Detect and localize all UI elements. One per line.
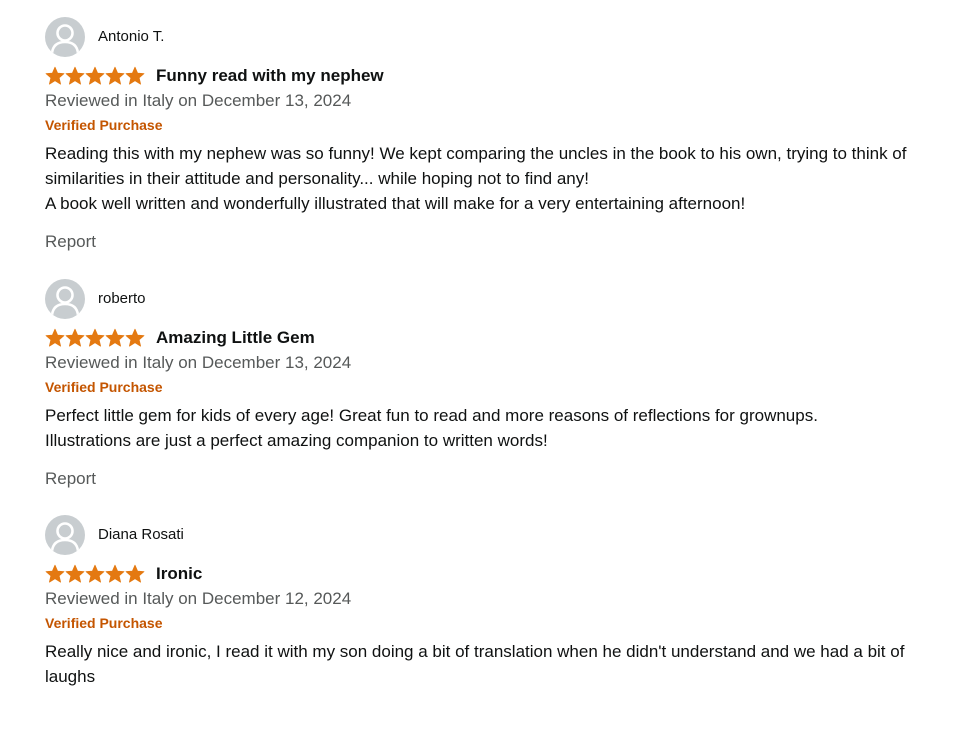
review-card: Antonio T. Funny read with my nephew Rev… (45, 17, 974, 254)
reviewer-name[interactable]: roberto (98, 289, 146, 309)
review-body-paragraph: A book well written and wonderfully illu… (45, 194, 746, 213)
review-card: roberto Amazing Little Gem Reviewed in I… (45, 279, 974, 491)
star-filled-icon (85, 66, 105, 85)
star-filled-icon (65, 328, 85, 347)
default-profile-icon[interactable] (45, 279, 85, 319)
review-title[interactable]: Ironic (156, 562, 202, 586)
star-filled-icon (125, 328, 145, 347)
star-rating[interactable] (45, 328, 145, 348)
review-body-paragraph: Really nice and ironic, I read it with m… (45, 642, 905, 686)
verified-purchase-badge[interactable]: Verified Purchase (45, 613, 974, 633)
review-title[interactable]: Amazing Little Gem (156, 326, 315, 350)
star-filled-icon (65, 564, 85, 583)
review-title-row: Amazing Little Gem (45, 326, 974, 350)
review-card: Diana Rosati Ironic Reviewed in Italy on… (45, 515, 974, 689)
review-title-row: Ironic (45, 562, 974, 586)
review-date: Reviewed in Italy on December 12, 2024 (45, 589, 352, 608)
star-filled-icon (125, 66, 145, 85)
star-filled-icon (105, 564, 125, 583)
review-title[interactable]: Funny read with my nephew (156, 64, 384, 88)
star-filled-icon (105, 328, 125, 347)
verified-purchase-badge[interactable]: Verified Purchase (45, 115, 974, 135)
report-link[interactable]: Report (45, 230, 96, 254)
star-filled-icon (45, 66, 65, 85)
star-filled-icon (85, 328, 105, 347)
review-body-paragraph: Illustrations are just a perfect amazing… (45, 431, 548, 450)
reviewer-profile[interactable]: Diana Rosati (45, 515, 974, 555)
star-filled-icon (105, 66, 125, 85)
verified-purchase-badge[interactable]: Verified Purchase (45, 377, 974, 397)
reviewer-profile[interactable]: Antonio T. (45, 17, 974, 57)
review-date: Reviewed in Italy on December 13, 2024 (45, 353, 352, 372)
reviewer-name[interactable]: Antonio T. (98, 27, 164, 47)
star-filled-icon (65, 66, 85, 85)
review-body: Reading this with my nephew was so funny… (45, 141, 925, 216)
review-body-paragraph: Reading this with my nephew was so funny… (45, 144, 907, 188)
star-rating[interactable] (45, 66, 145, 86)
review-body: Perfect little gem for kids of every age… (45, 403, 925, 453)
review-title-row: Funny read with my nephew (45, 64, 974, 88)
default-profile-icon[interactable] (45, 515, 85, 555)
review-date: Reviewed in Italy on December 13, 2024 (45, 91, 352, 110)
report-link[interactable]: Report (45, 467, 96, 491)
reviews-list: Antonio T. Funny read with my nephew Rev… (0, 0, 974, 689)
star-filled-icon (85, 564, 105, 583)
star-filled-icon (45, 564, 65, 583)
star-filled-icon (125, 564, 145, 583)
review-body-paragraph: Perfect little gem for kids of every age… (45, 406, 818, 425)
star-rating[interactable] (45, 564, 145, 584)
default-profile-icon[interactable] (45, 17, 85, 57)
star-filled-icon (45, 328, 65, 347)
reviewer-profile[interactable]: roberto (45, 279, 974, 319)
review-body: Really nice and ironic, I read it with m… (45, 639, 925, 689)
reviewer-name[interactable]: Diana Rosati (98, 525, 184, 545)
